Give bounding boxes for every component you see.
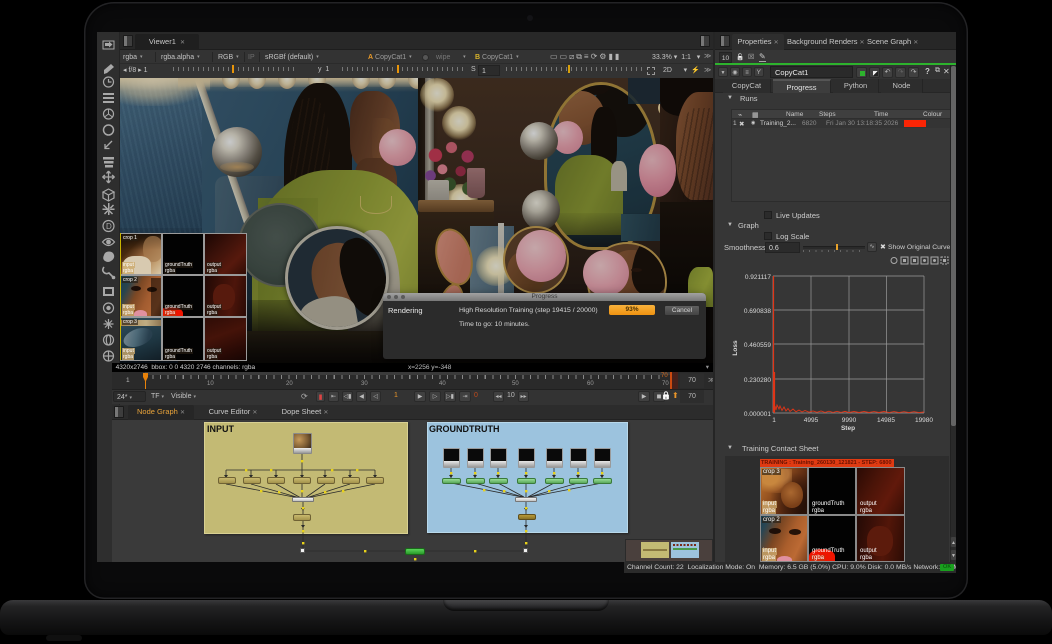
svg-text:0.921117: 0.921117 <box>745 274 772 281</box>
svg-text:1: 1 <box>772 417 776 424</box>
svg-text:Step: Step <box>841 425 855 432</box>
svg-text:19980: 19980 <box>915 417 933 424</box>
svg-text:0.230280: 0.230280 <box>744 377 771 384</box>
svg-text:14985: 14985 <box>877 417 895 424</box>
svg-text:9990: 9990 <box>842 417 857 424</box>
svg-text:D: D <box>106 222 112 231</box>
svg-text:Loss: Loss <box>732 340 739 356</box>
svg-text:0.460559: 0.460559 <box>744 342 771 349</box>
svg-text:4995: 4995 <box>804 417 819 424</box>
svg-text:0.690838: 0.690838 <box>744 308 771 315</box>
svg-text:0.000001: 0.000001 <box>744 411 771 418</box>
